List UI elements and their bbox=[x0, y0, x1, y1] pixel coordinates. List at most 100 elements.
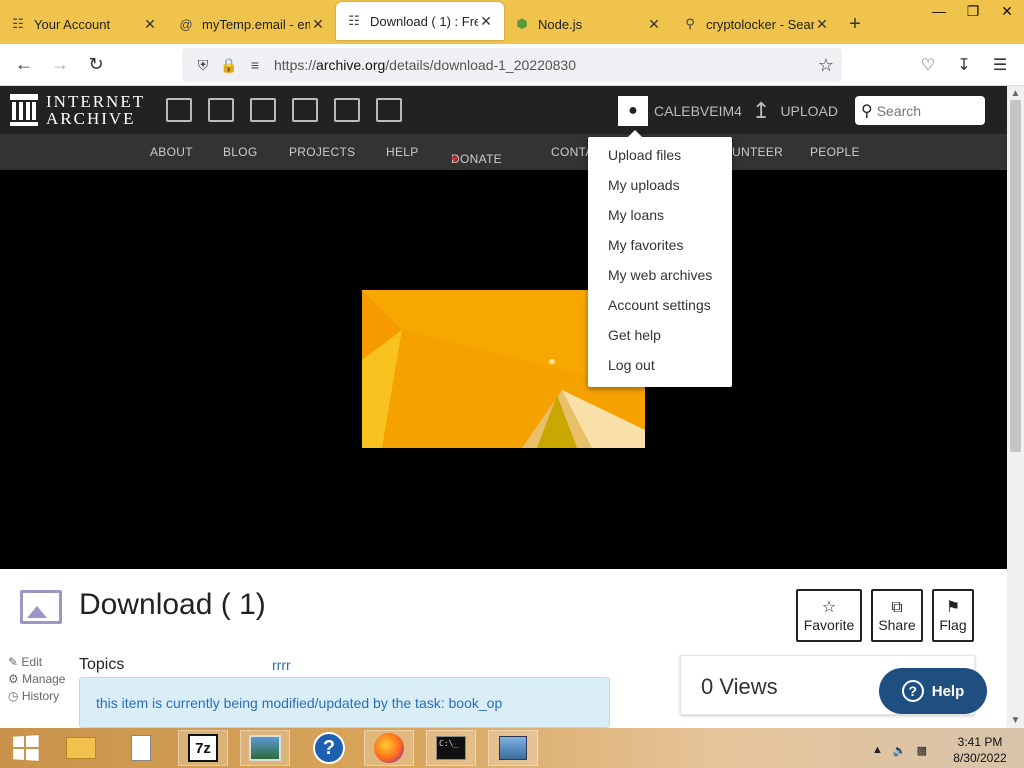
close-icon[interactable]: ✕ bbox=[814, 16, 830, 33]
search-input[interactable] bbox=[876, 102, 973, 119]
history-link[interactable]: ◷ History bbox=[8, 689, 65, 706]
nav-volunteer[interactable]: UNTEER bbox=[732, 145, 783, 159]
pocket-icon[interactable]: ♡ bbox=[910, 47, 946, 83]
file-explorer-icon[interactable] bbox=[56, 730, 106, 766]
close-icon[interactable]: ✕ bbox=[142, 16, 158, 33]
nav-projects[interactable]: PROJECTS bbox=[289, 145, 355, 159]
menu-item-get-help[interactable]: Get help bbox=[588, 323, 732, 353]
browser-tab-bar: ☷ Your Account ✕ @ myTemp.email - em ✕ ☷… bbox=[0, 0, 1024, 44]
menu-icon[interactable]: ☰ bbox=[982, 47, 1018, 83]
ia-building-icon bbox=[10, 94, 38, 126]
share-label: Share bbox=[878, 616, 916, 633]
windows-logo-icon: ▦ bbox=[549, 359, 555, 365]
tab-nodejs[interactable]: ⬢ Node.js ✕ bbox=[504, 4, 672, 44]
volume-muted-icon[interactable]: 🔈 bbox=[893, 744, 907, 757]
taskbar-clock[interactable]: 3:41 PM 8/30/2022 bbox=[952, 734, 1008, 766]
menu-item-log-out[interactable]: Log out bbox=[588, 353, 732, 383]
item-side-links: ✎ Edit ⚙ Manage ◷ History bbox=[8, 655, 65, 706]
system-tray: ▲ 🔈 ▩ bbox=[872, 744, 937, 757]
menu-item-my-favorites[interactable]: My favorites bbox=[588, 233, 732, 263]
flag-button[interactable]: ⚑ Flag bbox=[932, 589, 974, 642]
nav-help[interactable]: HELP bbox=[386, 145, 419, 159]
notepad-icon[interactable] bbox=[116, 730, 166, 766]
tab-mytemp-email[interactable]: @ myTemp.email - em ✕ bbox=[168, 4, 336, 44]
scroll-down-icon[interactable]: ▼ bbox=[1007, 715, 1024, 726]
tab-cryptolocker-search[interactable]: ⚲ cryptolocker - Search ✕ bbox=[672, 4, 840, 44]
network-computer-icon[interactable] bbox=[488, 730, 538, 766]
url-text[interactable]: https://archive.org/details/download-1_2… bbox=[274, 57, 576, 73]
close-icon[interactable]: ✕ bbox=[646, 16, 662, 33]
forward-button[interactable]: → bbox=[42, 47, 78, 83]
7zip-icon[interactable]: 7z bbox=[178, 730, 228, 766]
browser-nav-bar: ← → ↻ ⛨ 🔒 ≡ https://archive.org/details/… bbox=[0, 44, 1024, 86]
tab-download[interactable]: ☷ Download ( 1) : Free ✕ bbox=[336, 2, 504, 40]
bookmark-star-icon[interactable]: ☆ bbox=[818, 55, 834, 76]
close-icon[interactable]: ✕ bbox=[478, 13, 494, 30]
web-icon[interactable] bbox=[166, 98, 192, 122]
tab-title: cryptolocker - Search bbox=[706, 16, 814, 32]
shield-icon[interactable]: ⛨ bbox=[190, 57, 216, 74]
node-icon: ⬢ bbox=[516, 16, 528, 31]
firefox-icon[interactable] bbox=[364, 730, 414, 766]
tab-title: Your Account bbox=[34, 16, 111, 32]
back-button[interactable]: ← bbox=[6, 47, 42, 83]
flag-icon: ⚑ bbox=[945, 598, 961, 616]
network-icon[interactable]: ▩ bbox=[917, 744, 927, 757]
tab-title: myTemp.email - em bbox=[202, 16, 310, 32]
lock-icon[interactable]: 🔒 bbox=[216, 57, 242, 74]
manage-link[interactable]: ⚙ Manage bbox=[8, 672, 65, 689]
menu-item-account-settings[interactable]: Account settings bbox=[588, 293, 732, 323]
share-button[interactable]: ⧉ Share bbox=[871, 589, 923, 642]
search-icon: ⚲ bbox=[685, 16, 695, 31]
logo-line1: INTERNET bbox=[46, 92, 146, 111]
logo-line2: ARCHIVE bbox=[46, 109, 136, 128]
topic-link[interactable]: rrrr bbox=[272, 657, 291, 673]
nav-people[interactable]: PEOPLE bbox=[810, 145, 860, 159]
task-notice: this item is currently being modified/up… bbox=[79, 677, 610, 728]
software-icon[interactable] bbox=[334, 98, 360, 122]
favorite-button[interactable]: ☆ Favorite bbox=[796, 589, 862, 642]
video-icon[interactable] bbox=[250, 98, 276, 122]
command-prompt-icon[interactable]: C:\_ bbox=[426, 730, 476, 766]
help-button[interactable]: ? Help bbox=[879, 668, 987, 714]
photo-viewer-icon[interactable] bbox=[240, 730, 290, 766]
menu-item-my-loans[interactable]: My loans bbox=[588, 203, 732, 233]
ia-logo[interactable]: INTERNET ARCHIVE bbox=[10, 93, 145, 127]
site-search: ⚲ bbox=[855, 96, 985, 125]
edit-link[interactable]: ✎ Edit bbox=[8, 655, 65, 672]
audio-icon[interactable] bbox=[292, 98, 318, 122]
image-type-icon bbox=[20, 590, 62, 624]
close-icon[interactable]: ✕ bbox=[310, 16, 326, 33]
scroll-up-icon[interactable]: ▲ bbox=[1007, 88, 1024, 99]
tray-chevron-icon[interactable]: ▲ bbox=[872, 744, 883, 757]
downloads-icon[interactable]: ↧ bbox=[946, 47, 982, 83]
tab-your-account[interactable]: ☷ Your Account ✕ bbox=[0, 4, 168, 44]
nav-about[interactable]: ABOUT bbox=[150, 145, 193, 159]
clock-date: 8/30/2022 bbox=[953, 751, 1007, 765]
tab-title: Download ( 1) : Free bbox=[370, 13, 478, 29]
images-icon[interactable] bbox=[376, 98, 402, 122]
new-tab-button[interactable]: + bbox=[840, 4, 870, 44]
clock-time: 3:41 PM bbox=[957, 735, 1003, 749]
windows-taskbar: 7z ? C:\_ bbox=[0, 728, 1024, 768]
site-header: INTERNET ARCHIVE ● CALEBVEIM4 ↥ UPLOAD ⚲ bbox=[0, 86, 1007, 134]
close-window-icon[interactable]: ✕ bbox=[990, 0, 1024, 22]
nav-blog[interactable]: BLOG bbox=[223, 145, 258, 159]
reload-button[interactable]: ↻ bbox=[78, 47, 114, 83]
start-button[interactable] bbox=[0, 730, 50, 766]
minimize-icon[interactable]: — bbox=[922, 0, 956, 22]
menu-item-upload-files[interactable]: Upload files bbox=[588, 143, 732, 173]
scrollbar-thumb[interactable] bbox=[1010, 100, 1021, 452]
menu-item-my-uploads[interactable]: My uploads bbox=[588, 173, 732, 203]
texts-icon[interactable] bbox=[208, 98, 234, 122]
page-scrollbar[interactable]: ▲ ▼ bbox=[1007, 86, 1024, 728]
permissions-icon[interactable]: ≡ bbox=[242, 57, 268, 73]
upload-icon: ↥ bbox=[752, 98, 771, 123]
user-menu-toggle[interactable]: ● CALEBVEIM4 bbox=[618, 96, 742, 126]
menu-item-my-web-archives[interactable]: My web archives bbox=[588, 263, 732, 293]
url-bar[interactable]: ⛨ 🔒 ≡ https://archive.org/details/downlo… bbox=[182, 48, 842, 82]
flag-label: Flag bbox=[939, 616, 967, 633]
restore-icon[interactable]: ❐ bbox=[956, 0, 990, 22]
help-support-icon[interactable]: ? bbox=[304, 730, 354, 766]
upload-link[interactable]: ↥ UPLOAD bbox=[752, 98, 838, 124]
